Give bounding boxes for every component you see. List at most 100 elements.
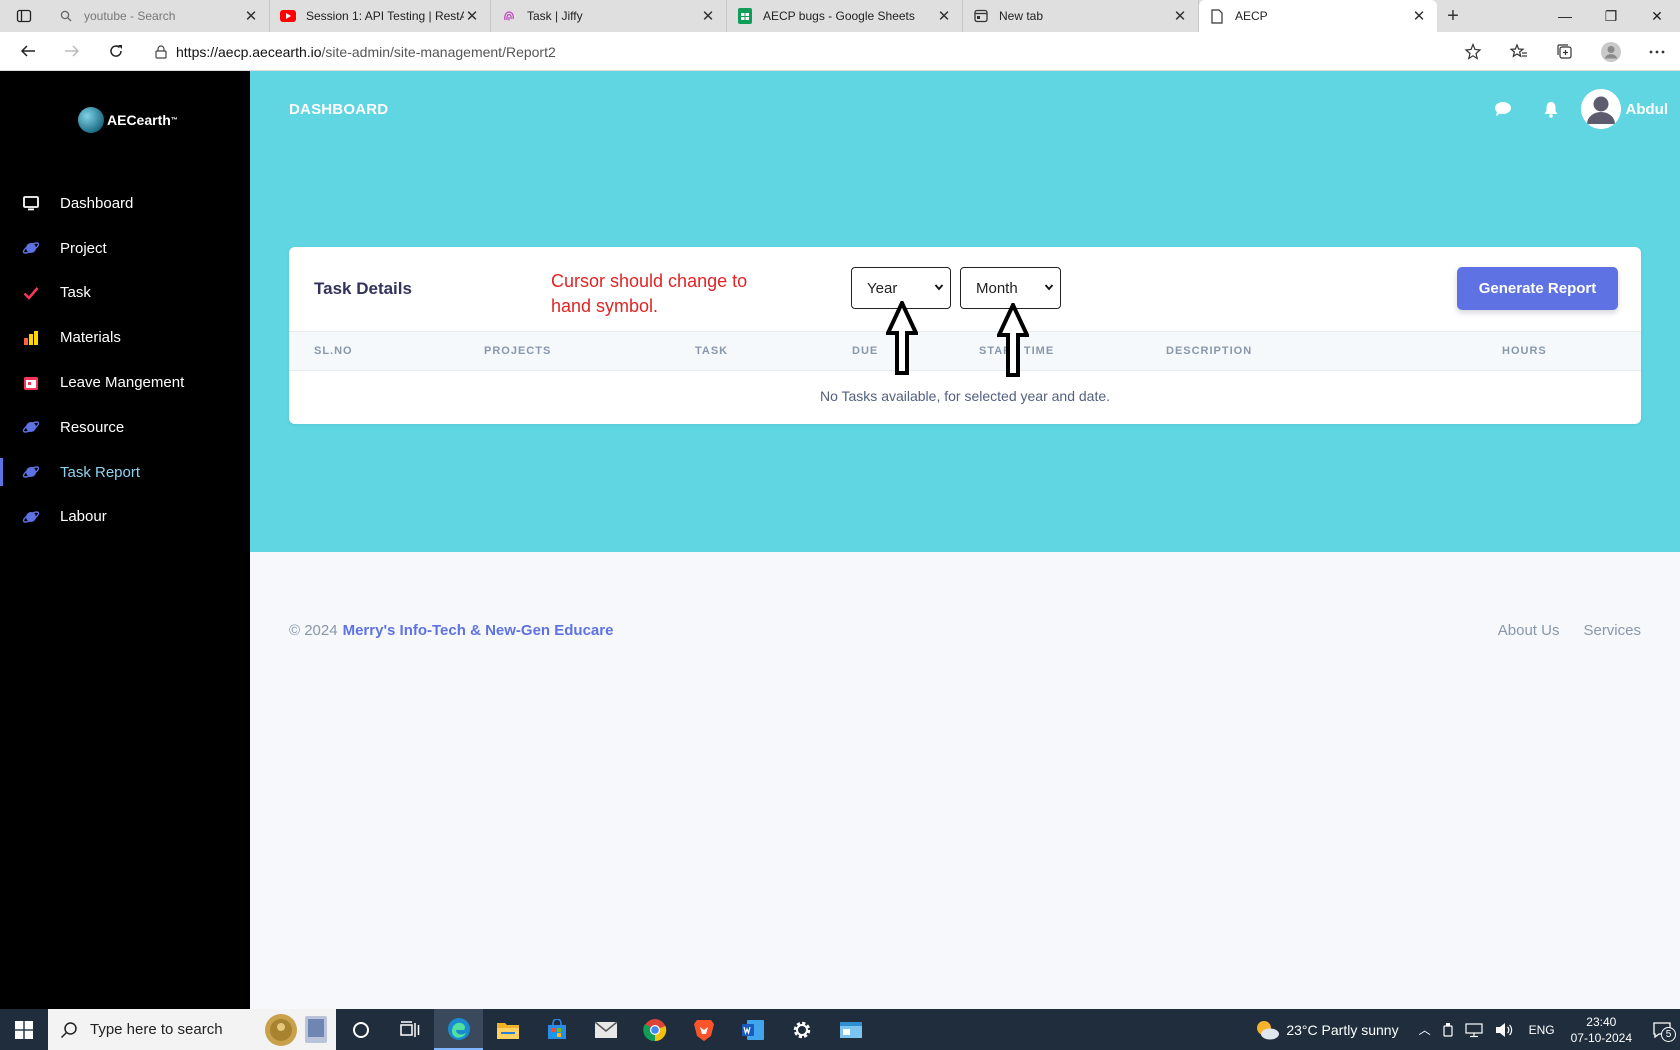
close-tab-icon[interactable]: ✕ <box>1172 7 1188 25</box>
footer-brand-link[interactable]: Merry's Info-Tech & New-Gen Educare <box>343 622 614 639</box>
sidebar-item-label: Resource <box>60 418 125 436</box>
task-view-button[interactable] <box>385 1009 434 1050</box>
taskbar-file-explorer-button[interactable] <box>483 1009 532 1050</box>
close-tab-icon[interactable]: ✕ <box>700 7 716 25</box>
browser-tab[interactable]: youtube - Search ✕ <box>48 0 270 32</box>
taskbar-mail-button[interactable] <box>581 1009 630 1050</box>
chat-button[interactable] <box>1479 101 1527 117</box>
taskbar-word-button[interactable] <box>728 1009 777 1050</box>
tab-actions-button[interactable] <box>0 0 48 32</box>
restore-icon[interactable]: ❐ <box>1588 0 1634 32</box>
browser-tab[interactable]: AECP bugs - Google Sheets ✕ <box>727 0 963 32</box>
taskbar-edge-button[interactable] <box>434 1009 483 1050</box>
browser-tab[interactable]: Session 1: API Testing | RestAssu ✕ <box>270 0 491 32</box>
battery-plug-icon[interactable] <box>1441 1022 1455 1038</box>
taskbar-app-button[interactable] <box>826 1009 875 1050</box>
calendar-icon <box>22 374 40 392</box>
weather-widget[interactable]: 23°C Partly sunny <box>1254 1019 1399 1041</box>
start-button[interactable] <box>0 1009 48 1050</box>
close-tab-icon[interactable]: ✕ <box>1411 7 1427 25</box>
sidebar-item-label: Dashboard <box>60 194 134 212</box>
planet-icon <box>22 508 40 526</box>
column-header: DUE <box>852 345 879 357</box>
folder-icon <box>496 1022 519 1039</box>
services-link[interactable]: Services <box>1583 622 1641 639</box>
favorites-icon[interactable] <box>1496 32 1542 71</box>
back-button[interactable] <box>6 32 50 71</box>
sidebar-item-task[interactable]: Task <box>0 271 250 316</box>
taskbar-settings-button[interactable] <box>777 1009 826 1050</box>
tab-title: Task | Jiffy <box>527 9 583 23</box>
close-tab-icon[interactable]: ✕ <box>243 7 259 25</box>
browser-tab-active[interactable]: AECP ✕ <box>1199 0 1437 32</box>
url-host: https://aecp.aecearth.io <box>176 43 322 60</box>
search-highlight-image <box>264 1013 330 1047</box>
empty-table-message: No Tasks available, for selected year an… <box>819 388 1111 404</box>
table-header: SL.NO PROJECTS TASK DUE START TIME DESCR… <box>289 331 1641 371</box>
header-banner: DASHBOARD Abdul Task Details Cursor shou… <box>250 71 1680 552</box>
card-title: Task Details <box>314 279 412 298</box>
taskbar-store-button[interactable] <box>532 1009 581 1050</box>
taskbar-chrome-button[interactable] <box>630 1009 679 1050</box>
more-menu-icon[interactable] <box>1634 32 1680 71</box>
fingerprint-icon <box>501 8 517 24</box>
sidebar-item-label: Labour <box>60 508 107 526</box>
main-content: DASHBOARD Abdul Task Details Cursor shou… <box>250 71 1680 1009</box>
taskbar-search-input[interactable]: Type here to search <box>48 1009 336 1050</box>
sidebar-item-project[interactable]: Project <box>0 226 250 271</box>
taskbar-brave-button[interactable] <box>679 1009 728 1050</box>
user-avatar-icon <box>1580 89 1621 129</box>
profile-icon[interactable] <box>1588 32 1634 71</box>
page-icon <box>1209 8 1225 24</box>
page-title[interactable]: DASHBOARD <box>289 101 388 118</box>
close-tab-icon[interactable]: ✕ <box>936 7 952 25</box>
notifications-button[interactable] <box>1527 101 1575 118</box>
about-us-link[interactable]: About Us <box>1498 622 1560 639</box>
sidebar-item-labour[interactable]: Labour <box>0 495 250 540</box>
app-window-icon <box>839 1021 862 1038</box>
column-header: SL.NO <box>314 345 353 357</box>
sidebar-item-task-report[interactable]: Task Report <box>0 450 250 495</box>
column-header: PROJECTS <box>484 345 552 357</box>
browser-tab-strip: youtube - Search ✕ Session 1: API Testin… <box>0 0 1680 32</box>
tab-title: Session 1: API Testing | RestAssu <box>306 9 464 23</box>
sidebar-item-resource[interactable]: Resource <box>0 405 250 450</box>
windows-logo-icon <box>15 1020 33 1039</box>
close-window-icon[interactable]: ✕ <box>1634 0 1680 32</box>
mail-icon <box>594 1020 617 1038</box>
chevron-down-icon <box>934 284 944 291</box>
browser-tab[interactable]: New tab ✕ <box>963 0 1199 32</box>
minimize-icon[interactable]: — <box>1542 0 1588 32</box>
url-field[interactable]: https://aecp.aecearth.io/site-admin/site… <box>146 36 1486 67</box>
tab-title: youtube - Search <box>84 9 176 23</box>
new-tab-button[interactable]: + <box>1437 0 1469 32</box>
cortana-button[interactable] <box>336 1009 385 1050</box>
sidebar-item-leave-mangement[interactable]: Leave Mangement <box>0 360 250 405</box>
language-indicator[interactable]: ENG <box>1529 1023 1555 1037</box>
add-favorite-icon[interactable] <box>1450 32 1496 71</box>
system-clock[interactable]: 23:40 07-10-2024 <box>1571 1014 1632 1046</box>
generate-report-button[interactable]: Generate Report <box>1457 267 1618 310</box>
refresh-button[interactable] <box>94 32 138 71</box>
chevron-up-icon[interactable]: ︿ <box>1419 1021 1431 1038</box>
network-icon[interactable] <box>1464 1022 1483 1038</box>
forward-button[interactable] <box>50 32 94 71</box>
user-name[interactable]: Abdul <box>1626 101 1669 118</box>
close-tab-icon[interactable]: ✕ <box>464 7 480 25</box>
brave-icon <box>693 1019 714 1041</box>
lock-icon <box>146 44 176 59</box>
newtab-icon <box>973 8 989 24</box>
annotation-note: Cursor should change to hand symbol. <box>551 271 748 316</box>
collections-icon[interactable] <box>1542 32 1588 71</box>
edge-icon <box>447 1017 470 1040</box>
browser-tab[interactable]: Task | Jiffy ✕ <box>491 0 727 32</box>
avatar[interactable] <box>1580 89 1621 129</box>
volume-icon[interactable] <box>1495 1022 1513 1038</box>
sidebar-item-materials[interactable]: Materials <box>0 315 250 360</box>
windows-taskbar: Type here to search 23°C Partly sunny ︿ … <box>0 1009 1680 1050</box>
app-logo[interactable]: AECearth ™ <box>78 107 178 133</box>
notification-center-button[interactable]: 5 <box>1644 1009 1680 1050</box>
sidebar-item-label: Task <box>60 284 91 302</box>
search-placeholder: Type here to search <box>90 1021 223 1038</box>
sidebar-item-dashboard[interactable]: Dashboard <box>0 181 250 226</box>
